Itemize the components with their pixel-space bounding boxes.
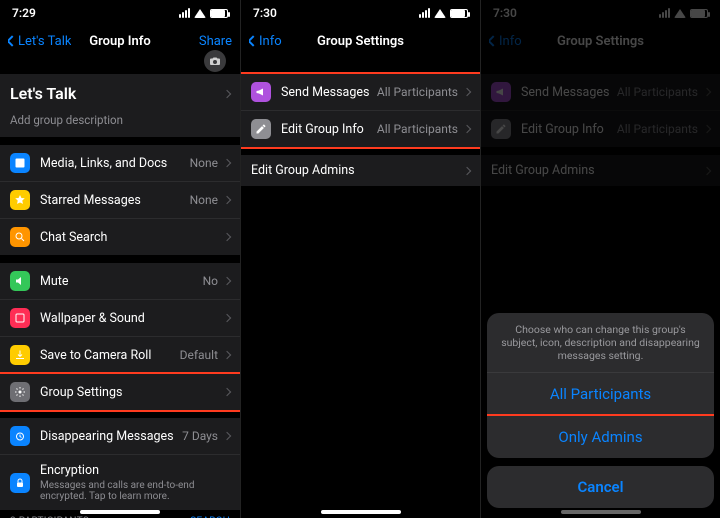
battery-icon [450,9,468,18]
back-label: Let's Talk [18,34,71,49]
status-bar: 7:30 [241,0,480,26]
chevron-right-icon [463,88,471,96]
media-links-docs-row[interactable]: Media, Links, and Docs None [0,145,240,182]
admins-section: Edit Group Admins [481,155,720,186]
back-button[interactable]: Let's Talk [8,34,71,49]
photos-icon [10,153,30,173]
chevron-left-icon [489,35,499,46]
battery-icon [690,9,708,18]
chevron-right-icon [223,432,231,440]
action-sheet-message: Choose who can change this group's subje… [487,313,714,373]
search-icon [10,227,30,247]
camera-icon [209,55,221,67]
starred-messages-row[interactable]: Starred Messages None [0,182,240,219]
encryption-row[interactable]: Encryption Messages and calls are end-to… [0,455,240,510]
wifi-icon [194,9,206,18]
star-icon [10,190,30,210]
back-button: Info [489,34,522,49]
status-bar: 7:30 [481,0,720,26]
chevron-left-icon [8,35,18,46]
group-settings-screen-sheet: 7:30 Info Group Settings Send Messages A… [480,0,720,518]
pencil-icon [251,119,271,139]
gear-icon [10,382,30,402]
option-only-admins[interactable]: Only Admins [487,416,714,458]
send-messages-row: Send Messages All Participants [481,74,720,111]
home-indicator[interactable] [80,510,160,514]
status-time: 7:29 [12,6,36,20]
cancel-button[interactable]: Cancel [487,466,714,508]
signal-icon [179,8,190,18]
chevron-right-icon [223,314,231,322]
permissions-section: Send Messages All Participants Edit Grou… [241,74,480,147]
wallpaper-sound-row[interactable]: Wallpaper & Sound [0,300,240,337]
group-name: Let's Talk [10,84,76,103]
back-label: Info [499,34,522,49]
chevron-right-icon [463,166,471,174]
group-settings-screen: 7:30 Info Group Settings Send Messages A… [240,0,480,518]
edit-group-info-row: Edit Group Info All Participants [481,111,720,147]
lock-icon [10,473,30,493]
wifi-icon [674,9,686,18]
options-section: Mute No Wallpaper & Sound Save to Camera… [0,263,240,410]
send-messages-row[interactable]: Send Messages All Participants [241,74,480,111]
status-time: 7:30 [253,6,277,20]
edit-group-info-row[interactable]: Edit Group Info All Participants [241,111,480,147]
download-icon [10,345,30,365]
edit-group-admins-row[interactable]: Edit Group Admins [241,155,480,186]
pencil-icon [491,119,511,139]
chevron-right-icon [223,351,231,359]
group-description-row[interactable]: Add group description [0,107,240,137]
chevron-right-icon [223,196,231,204]
chevron-right-icon [223,277,231,285]
speaker-icon [10,271,30,291]
wallpaper-icon [10,308,30,328]
chevron-right-icon [703,166,711,174]
megaphone-icon [491,82,511,102]
group-info-screen: 7:29 Let's Talk Group Info Share Let's T… [0,0,240,518]
group-settings-row[interactable]: Group Settings [0,374,240,410]
status-indicators [659,8,708,18]
mute-row[interactable]: Mute No [0,263,240,300]
nav-bar: Info Group Settings [481,26,720,56]
timer-icon [10,426,30,446]
chevron-right-icon [223,89,231,97]
signal-icon [659,8,670,18]
edit-group-admins-row: Edit Group Admins [481,155,720,186]
status-indicators [179,8,228,18]
action-sheet: Choose who can change this group's subje… [487,313,714,508]
chevron-right-icon [463,125,471,133]
group-name-row[interactable]: Let's Talk [0,74,240,107]
admins-section: Edit Group Admins [241,155,480,186]
chevron-left-icon [249,35,259,46]
chevron-right-icon [223,388,231,396]
back-button[interactable]: Info [249,34,282,49]
megaphone-icon [251,82,271,102]
chat-search-row[interactable]: Chat Search [0,219,240,255]
chevron-right-icon [223,233,231,241]
home-indicator[interactable] [561,510,641,514]
share-button[interactable]: Share [199,34,232,49]
signal-icon [419,8,430,18]
battery-icon [210,9,228,18]
nav-bar: Info Group Settings [241,26,480,56]
disappearing-messages-row[interactable]: Disappearing Messages 7 Days [0,418,240,455]
status-indicators [419,8,468,18]
wifi-icon [434,9,446,18]
status-bar: 7:29 [0,0,240,26]
chevron-right-icon [703,125,711,133]
home-indicator[interactable] [321,510,401,514]
group-photo-row [0,56,240,74]
chevron-right-icon [223,159,231,167]
action-sheet-card: Choose who can change this group's subje… [487,313,714,458]
nav-bar: Let's Talk Group Info Share [0,26,240,56]
chevron-right-icon [703,88,711,96]
status-time: 7:30 [493,6,517,20]
save-camera-roll-row[interactable]: Save to Camera Roll Default [0,337,240,374]
media-section: Media, Links, and Docs None Starred Mess… [0,145,240,255]
privacy-section: Disappearing Messages 7 Days Encryption … [0,418,240,510]
back-label: Info [259,34,282,49]
option-all-participants[interactable]: All Participants [487,373,714,416]
permissions-section: Send Messages All Participants Edit Grou… [481,74,720,147]
